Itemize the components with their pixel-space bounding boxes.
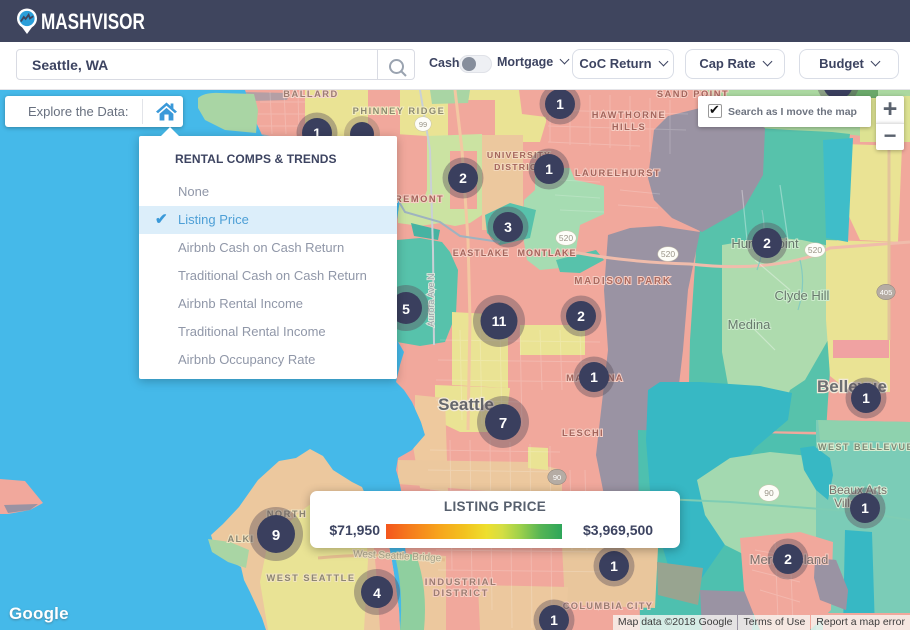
svg-text:WEST SEATTLE: WEST SEATTLE: [266, 573, 355, 583]
svg-text:DISTRICT: DISTRICT: [433, 588, 489, 599]
svg-text:3: 3: [504, 219, 512, 235]
svg-text:520: 520: [808, 245, 822, 255]
svg-text:BALLARD: BALLARD: [283, 90, 338, 99]
svg-text:1: 1: [590, 369, 598, 385]
svg-text:90: 90: [764, 488, 774, 498]
svg-text:COLUMBIA CITY: COLUMBIA CITY: [563, 601, 653, 611]
svg-text:1: 1: [545, 161, 553, 177]
svg-text:9: 9: [272, 527, 280, 544]
svg-text:PHINNEY RIDGE: PHINNEY RIDGE: [353, 106, 446, 116]
svg-text:2: 2: [577, 308, 585, 324]
svg-text:MADISON PARK: MADISON PARK: [574, 276, 672, 287]
svg-text:7: 7: [499, 415, 507, 432]
svg-text:1: 1: [861, 500, 869, 516]
svg-text:LESCHI: LESCHI: [562, 428, 604, 438]
svg-text:1: 1: [862, 390, 870, 406]
svg-text:520: 520: [661, 249, 675, 259]
svg-text:4: 4: [373, 585, 381, 601]
svg-text:2: 2: [784, 551, 792, 567]
svg-text:1: 1: [556, 96, 564, 112]
svg-text:1: 1: [550, 612, 558, 628]
svg-text:MONTLAKE: MONTLAKE: [518, 248, 577, 258]
svg-text:HAWTHORNE: HAWTHORNE: [592, 110, 666, 120]
svg-text:11: 11: [492, 313, 507, 329]
svg-text:405: 405: [880, 288, 893, 297]
svg-text:WEST BELLEVUE: WEST BELLEVUE: [818, 442, 910, 452]
svg-text:1: 1: [610, 558, 618, 574]
svg-text:5: 5: [402, 301, 410, 317]
svg-text:2: 2: [763, 235, 771, 251]
svg-text:LAURELHURST: LAURELHURST: [575, 168, 661, 178]
svg-text:520: 520: [559, 233, 573, 243]
svg-text:EASTLAKE: EASTLAKE: [453, 248, 510, 258]
svg-text:90: 90: [553, 473, 561, 482]
svg-text:Medina: Medina: [728, 317, 771, 332]
svg-text:99: 99: [419, 120, 427, 129]
svg-text:HILLS: HILLS: [612, 122, 646, 132]
svg-text:Clyde Hill: Clyde Hill: [775, 288, 830, 303]
svg-text:INDUSTRIAL: INDUSTRIAL: [425, 577, 498, 588]
svg-text:2: 2: [459, 170, 467, 186]
